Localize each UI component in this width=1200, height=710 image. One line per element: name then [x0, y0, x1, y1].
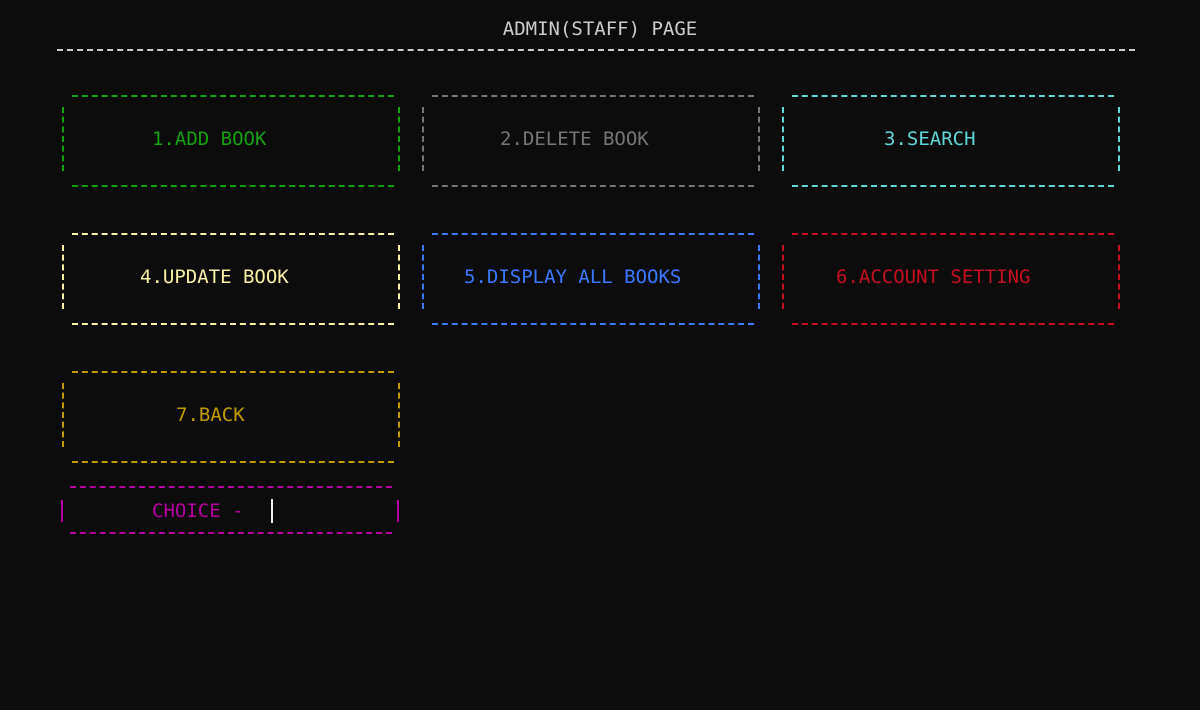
- title-divider: [57, 49, 1135, 51]
- box-bottom-border: [72, 323, 394, 325]
- menu-option-label: 6.ACCOUNT SETTING: [836, 266, 1031, 288]
- box-left-border: [422, 107, 424, 171]
- menu-option-update-book[interactable]: 4.UPDATE BOOK: [60, 231, 400, 327]
- box-top-border: [432, 233, 754, 235]
- box-right-border: [398, 245, 400, 309]
- box-top-border: [432, 95, 754, 97]
- choice-prompt[interactable]: CHOICE -: [60, 484, 400, 536]
- menu-option-add-book[interactable]: 1.ADD BOOK: [60, 93, 400, 189]
- box-right-border: [397, 500, 399, 522]
- box-top-border: [72, 95, 394, 97]
- text-cursor[interactable]: [271, 499, 273, 523]
- box-bottom-border: [72, 461, 394, 463]
- box-right-border: [1118, 245, 1120, 309]
- box-top-border: [72, 233, 394, 235]
- box-bottom-border: [72, 185, 394, 187]
- box-left-border: [61, 500, 63, 522]
- box-left-border: [782, 107, 784, 171]
- box-left-border: [422, 245, 424, 309]
- box-bottom-border: [432, 185, 754, 187]
- console-window: ADMIN(STAFF) PAGE 1.ADD BOOK 2.DELETE BO…: [0, 0, 1200, 710]
- box-bottom-border: [792, 323, 1114, 325]
- page-title: ADMIN(STAFF) PAGE: [502, 18, 698, 40]
- menu-option-label: 2.DELETE BOOK: [500, 128, 649, 150]
- box-left-border: [62, 245, 64, 309]
- box-bottom-border: [432, 323, 754, 325]
- box-right-border: [1118, 107, 1120, 171]
- box-top-border: [792, 233, 1114, 235]
- box-left-border: [62, 107, 64, 171]
- box-top-border: [792, 95, 1114, 97]
- box-top-border: [70, 486, 392, 488]
- box-bottom-border: [70, 532, 392, 534]
- box-left-border: [782, 245, 784, 309]
- menu-option-label: 1.ADD BOOK: [152, 128, 267, 150]
- menu-option-back[interactable]: 7.BACK: [60, 369, 400, 465]
- menu-option-account-setting[interactable]: 6.ACCOUNT SETTING: [780, 231, 1120, 327]
- box-top-border: [72, 371, 394, 373]
- menu-option-search[interactable]: 3.SEARCH: [780, 93, 1120, 189]
- box-right-border: [398, 107, 400, 171]
- box-right-border: [398, 383, 400, 447]
- menu-option-display-all-books[interactable]: 5.DISPLAY ALL BOOKS: [420, 231, 760, 327]
- menu-option-delete-book[interactable]: 2.DELETE BOOK: [420, 93, 760, 189]
- choice-label: CHOICE -: [152, 500, 244, 522]
- menu-option-label: 3.SEARCH: [884, 128, 976, 150]
- menu-option-label: 7.BACK: [176, 404, 245, 426]
- menu-option-label: 5.DISPLAY ALL BOOKS: [464, 266, 682, 288]
- menu-option-label: 4.UPDATE BOOK: [140, 266, 289, 288]
- box-right-border: [758, 107, 760, 171]
- box-right-border: [758, 245, 760, 309]
- box-left-border: [62, 383, 64, 447]
- box-bottom-border: [792, 185, 1114, 187]
